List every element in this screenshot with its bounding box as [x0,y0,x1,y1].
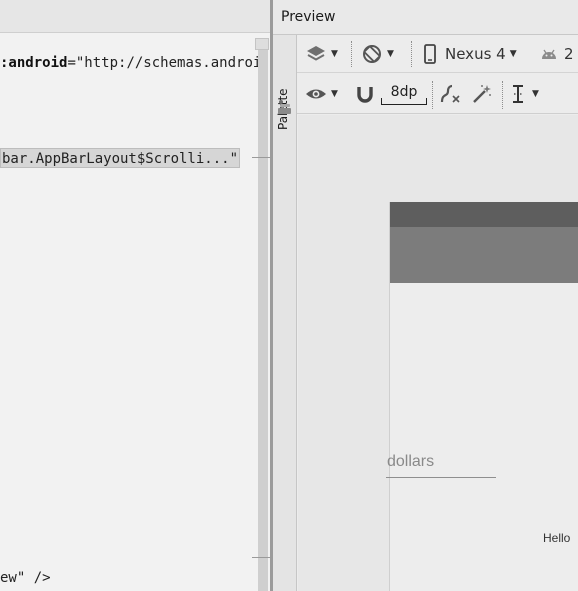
chevron-down-icon: ▼ [331,49,338,59]
code-attribute: :android [0,55,68,71]
chevron-down-icon: ▼ [532,89,539,99]
chevron-down-icon: ▼ [509,49,517,59]
preview-toolbar-top: ▼ ▼ Nexus 4 ▼ 2 [297,35,578,73]
editor-scroll-marker [252,157,270,158]
code-value: ="http://schemas.androi [67,55,262,71]
api-level-selector[interactable]: 2 [540,42,574,66]
toolbar-separator [432,81,433,109]
preview-title: Preview [281,9,336,25]
folded-code-value: bar.AppBarLayout$Scrolli..." [2,151,239,167]
chevron-down-icon: ▼ [331,89,338,99]
editor-scrollbar-thumb[interactable] [255,38,269,50]
magic-wand-icon [471,83,493,105]
code-line-folded-behavior[interactable]: bar.AppBarLayout$Scrolli..." [0,148,241,168]
status-bar [390,202,578,227]
layers-button[interactable]: ▼ [305,42,338,66]
editor-tab-strip [0,0,270,33]
toolbar-separator [351,41,352,67]
edittext-underline [386,477,496,478]
device-name: Nexus 4 [445,45,506,63]
design-canvas[interactable]: dollars Hello [298,115,578,591]
preview-header: Preview [273,0,578,35]
infer-constraints-button[interactable] [471,82,493,106]
magnet-icon [355,84,375,104]
textview-hello[interactable]: Hello [543,531,570,545]
orientation-button[interactable]: ▼ [361,42,394,66]
editor-scrollbar[interactable] [258,38,268,591]
clear-constraints-button[interactable] [439,82,463,106]
android-icon [540,47,558,61]
editor-scroll-marker [252,557,270,558]
layers-icon [305,44,327,64]
edittext-hint[interactable]: dollars [387,453,434,471]
palette-icon[interactable] [276,99,293,116]
toolbar-separator [502,81,503,109]
default-margin-field[interactable]: 8dp [381,83,427,105]
phone-icon [423,44,437,64]
api-level: 2 [564,45,574,63]
code-line-xmlns[interactable]: :android="http://schemas.androi [0,53,261,73]
toolbar-separator [411,41,412,67]
xml-editor[interactable]: :android="http://schemas.androi bar.AppB… [0,0,270,591]
align-vertical-icon [511,84,525,104]
chevron-down-icon: ▼ [387,49,394,59]
align-button[interactable]: ▼ [511,82,539,106]
view-options-button[interactable]: ▼ [305,82,338,106]
code-value: ew" /> [0,570,51,586]
autoconnect-toggle[interactable] [355,82,375,106]
device-selector[interactable]: Nexus 4 ▼ [423,42,517,66]
code-line-closing-tag[interactable]: ew" /> [0,568,51,588]
constraint-path-icon [439,83,463,105]
rotate-orientation-icon [361,43,383,65]
app-bar[interactable] [390,227,578,283]
preview-toolbar-bottom: ▼ 8dp ▼ [297,74,578,114]
eye-icon [305,86,327,102]
palette-tool-strip: Palette [273,35,297,591]
